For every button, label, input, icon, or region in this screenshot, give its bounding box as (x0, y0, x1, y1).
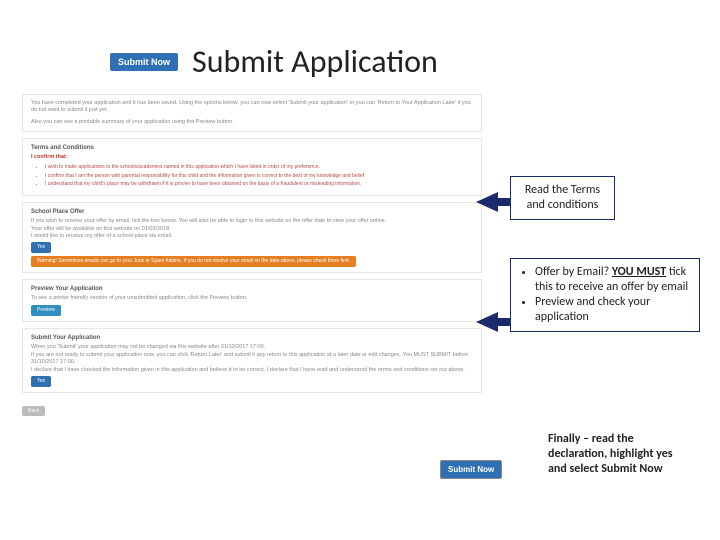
submit-now-button[interactable]: Submit Now (440, 460, 502, 479)
preview-panel: Preview Your Application To see a printe… (22, 279, 482, 322)
intro-line: You have completed your application and … (31, 100, 473, 115)
submit-panel: Submit Your Application When you 'Submit… (22, 328, 482, 393)
email-offer-toggle[interactable]: Yes (31, 242, 51, 253)
declare-toggle[interactable]: Yes (31, 376, 51, 387)
intro-panel: You have completed your application and … (22, 94, 482, 132)
panel-heading: Terms and Conditions (31, 144, 473, 152)
callout-terms: Read the Terms and conditions (510, 176, 615, 220)
terms-list: I wish to make applications to the schoo… (31, 164, 473, 188)
warning-badge: Warning! Sometimes emails can go to your… (31, 256, 356, 267)
offer-line: I would like to receive my offer of a sc… (31, 233, 473, 240)
callout-bullet: Offer by Email? YOU MUST tick this to re… (535, 265, 691, 295)
panel-heading: Submit Your Application (31, 334, 473, 342)
application-screenshot: You have completed your application and … (22, 94, 482, 417)
arrow-left-icon (476, 312, 498, 332)
callout-offer-preview: Offer by Email? YOU MUST tick this to re… (510, 258, 700, 332)
callout-text: Offer by Email? (535, 265, 612, 279)
callout-text: Read the Terms and conditions (525, 183, 600, 212)
panel-heading: School Place Offer (31, 208, 473, 216)
submit-line: If you are not ready to submit your appl… (31, 352, 473, 367)
preview-line: To see a printer friendly version of you… (31, 295, 473, 302)
terms-item: I wish to make applications to the schoo… (45, 164, 473, 171)
title-row: Submit Now Submit Application (110, 42, 438, 81)
submit-line: I declare that I have checked the inform… (31, 367, 473, 374)
panel-heading: Preview Your Application (31, 285, 473, 293)
offer-line: If you wish to receive your offer by ema… (31, 218, 473, 225)
terms-panel: Terms and Conditions I confirm that: I w… (22, 138, 482, 196)
back-button[interactable]: Back (22, 406, 45, 416)
arrow-left-icon (476, 192, 498, 212)
terms-item: I confirm that I am the person with pare… (45, 173, 473, 180)
callout-bullet: Preview and check your application (535, 295, 691, 325)
confirm-label: I confirm that: (31, 154, 473, 161)
submit-line: When you 'Submit' your application may n… (31, 344, 473, 351)
intro-line: Also you can see a printable summary of … (31, 119, 473, 126)
emphasis-you-must: YOU MUST (612, 265, 666, 279)
offer-panel: School Place Offer If you wish to receiv… (22, 202, 482, 273)
page-title: Submit Application (192, 42, 438, 81)
preview-button[interactable]: Preview (31, 305, 61, 316)
submit-now-button-thumb: Submit Now (110, 53, 178, 71)
offer-line: Your offer will be available on this web… (31, 226, 473, 233)
callout-text: Finally – read the declaration, highligh… (548, 432, 673, 476)
terms-item: I understand that my child's place may b… (45, 181, 473, 188)
callout-final: Finally – read the declaration, highligh… (540, 426, 700, 483)
